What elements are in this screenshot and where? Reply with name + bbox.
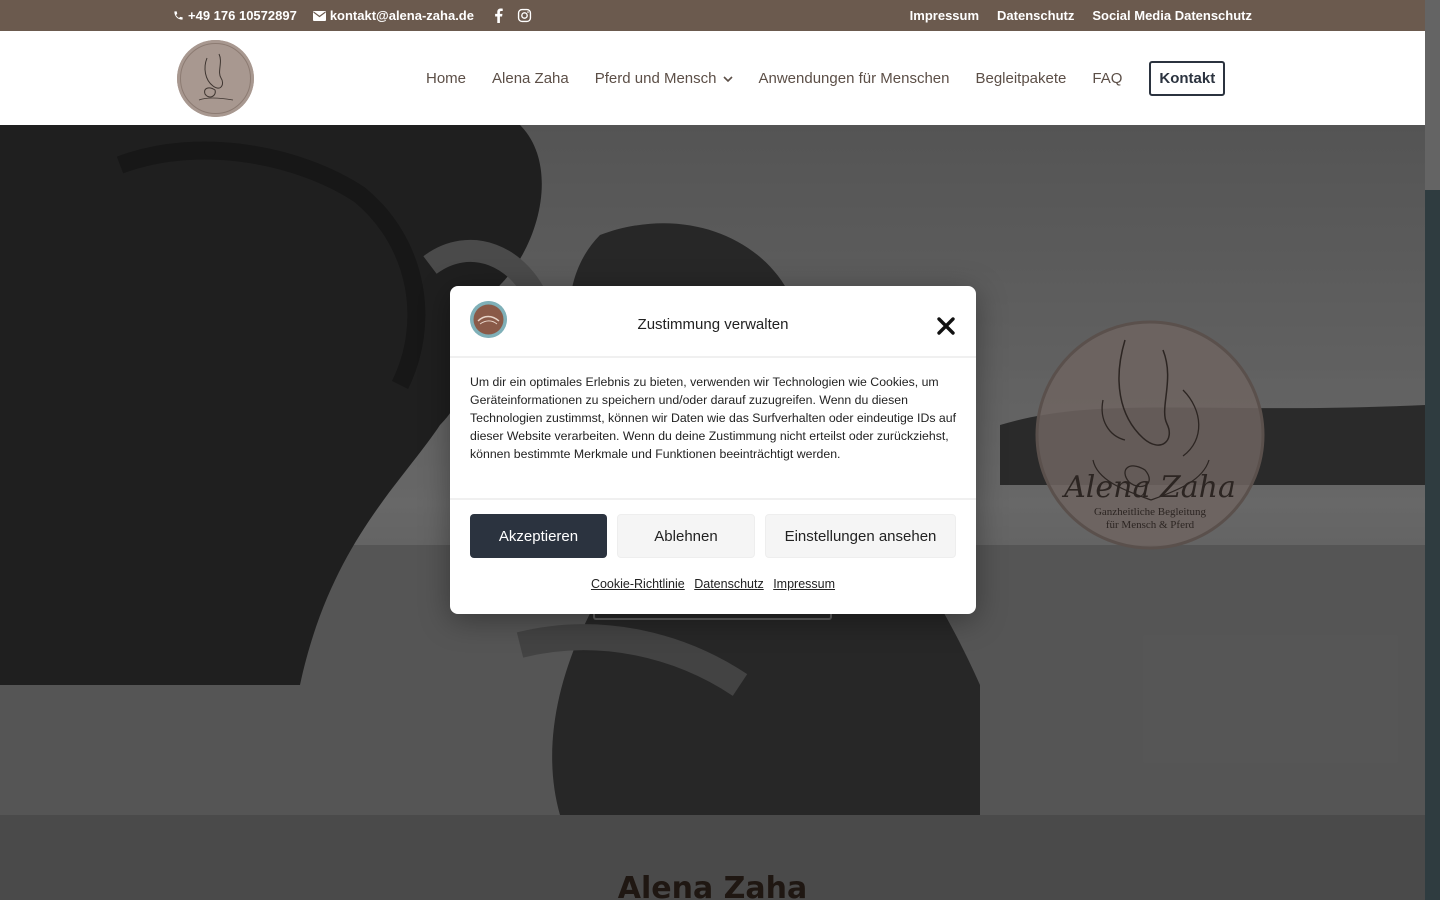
nav-item-faq[interactable]: FAQ <box>1092 70 1122 87</box>
accept-button[interactable]: Akzeptieren <box>470 514 607 558</box>
instagram-icon[interactable] <box>517 8 532 23</box>
facebook-icon[interactable] <box>494 8 503 23</box>
dialog-message: Um dir ein optimales Erlebnis zu bieten,… <box>470 375 956 461</box>
about-section: Alena Zaha <box>0 815 1425 906</box>
nav-item-alena-zaha[interactable]: Alena Zaha <box>492 70 569 87</box>
top-bar: +49 176 10572897 kontakt@alena-zaha.de I… <box>0 0 1425 31</box>
hero-logo-script: Alena Zaha <box>1064 470 1236 505</box>
cookie-policy-link[interactable]: Cookie-Richtlinie <box>591 577 685 591</box>
nav-item-anwendungen[interactable]: Anwendungen für Menschen <box>759 70 950 87</box>
cookie-consent-dialog: Zustimmung verwalten Um dir ein optimale… <box>450 286 976 614</box>
dialog-links: Cookie-Richtlinie Datenschutz Impressum <box>450 577 976 591</box>
datenschutz-link[interactable]: Datenschutz <box>997 8 1074 23</box>
nav-item-home[interactable]: Home <box>426 70 466 87</box>
nav-item-label: Pferd und Mensch <box>594 69 717 87</box>
social-media-datenschutz-link[interactable]: Social Media Datenschutz <box>1092 8 1252 23</box>
hero-logo: Alena Zaha Ganzheitliche Begleitung für … <box>1033 320 1267 550</box>
close-icon[interactable] <box>935 315 957 337</box>
email-address: kontakt@alena-zaha.de <box>329 8 474 23</box>
view-settings-button[interactable]: Einstellungen ansehen <box>765 514 956 558</box>
section-heading: Alena Zaha <box>617 871 808 906</box>
privacy-link[interactable]: Datenschutz <box>694 577 763 591</box>
imprint-link[interactable]: Impressum <box>773 577 835 591</box>
chevron-down-icon <box>722 70 733 87</box>
dialog-title: Zustimmung verwalten <box>637 316 789 333</box>
top-bar-legal-links: Impressum Datenschutz Social Media Daten… <box>910 0 1252 31</box>
social-links <box>494 8 532 23</box>
kontakt-button[interactable]: Kontakt <box>1149 60 1226 96</box>
impressum-link[interactable]: Impressum <box>910 8 979 23</box>
site-logo[interactable] <box>177 40 254 117</box>
nav-item-begleitpakete[interactable]: Begleitpakete <box>975 70 1066 87</box>
phone-number: +49 176 10572897 <box>188 8 297 23</box>
envelope-icon <box>312 10 326 21</box>
top-bar-contact: +49 176 10572897 kontakt@alena-zaha.de <box>173 0 532 31</box>
main-header: Home Alena Zaha Pferd und Mensch Anwendu… <box>0 31 1425 125</box>
dialog-header: Zustimmung verwalten <box>450 286 976 358</box>
phone-link[interactable]: +49 176 10572897 <box>173 8 297 23</box>
hero-logo-line1: Ganzheitliche Begleitung <box>1093 506 1207 518</box>
nav-item-pferd-und-mensch[interactable]: Pferd und Mensch <box>595 70 733 87</box>
email-link[interactable]: kontakt@alena-zaha.de <box>312 8 474 23</box>
divider <box>450 498 976 500</box>
scrollbar-thumb[interactable] <box>1425 0 1440 190</box>
deny-button[interactable]: Ablehnen <box>617 514 755 558</box>
main-navigation: Home Alena Zaha Pferd und Mensch Anwendu… <box>426 31 1226 125</box>
hero-logo-line2: für Mensch & Pferd <box>1105 519 1195 531</box>
phone-icon <box>173 10 184 21</box>
